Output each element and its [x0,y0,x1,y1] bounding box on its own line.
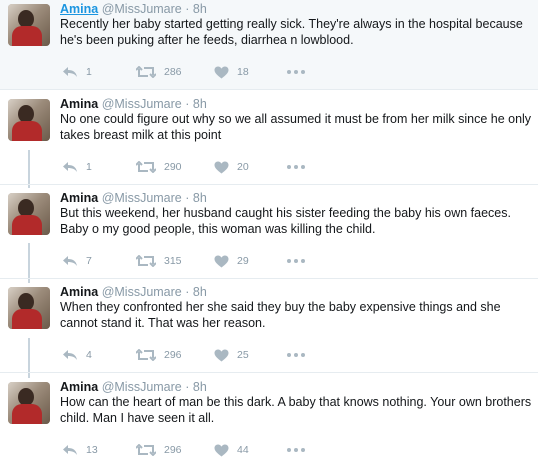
timestamp[interactable]: 8h [193,191,207,205]
more-button[interactable] [287,347,305,363]
reply-button[interactable]: 4 [62,347,92,363]
reply-count: 1 [86,161,92,173]
reply-icon [62,66,78,78]
heart-icon [214,349,229,362]
avatar[interactable] [8,193,50,235]
tweet[interactable]: Amina @MissJumare · 8h But this weekend,… [0,189,538,279]
retweet-button[interactable]: 290 [136,159,182,175]
tweet-header: Amina @MissJumare · 8h [60,285,207,300]
tweet-header: Amina @MissJumare · 8h [60,97,207,112]
tweet-header: Amina @MissJumare · 8h [60,191,207,206]
like-count: 25 [237,349,249,361]
retweet-icon [136,161,156,173]
tweet-text: But this weekend, her husband caught his… [60,206,511,236]
retweet-icon [136,349,156,361]
heart-icon [214,444,229,457]
avatar[interactable] [8,4,50,46]
avatar[interactable] [8,382,50,424]
tweet-header: Amina @MissJumare · 8h [60,380,207,395]
more-icon [287,70,305,74]
avatar[interactable] [8,287,50,329]
retweet-count: 296 [164,444,182,456]
author-handle[interactable]: @MissJumare [102,285,182,299]
timestamp[interactable]: 8h [193,97,207,111]
separator-dot: · [185,380,190,394]
more-button[interactable] [287,159,305,175]
timestamp[interactable]: 8h [193,2,207,16]
tweet-text: How can the heart of man be this dark. A… [60,395,532,425]
tweet-text: No one could figure out why so we all as… [60,112,532,142]
reply-count: 7 [86,255,92,267]
author-name[interactable]: Amina [60,2,98,16]
retweet-count: 290 [164,161,182,173]
tweet[interactable]: Amina @MissJumare · 8h How can the heart… [0,378,538,468]
like-button[interactable]: 25 [214,347,249,363]
reply-button[interactable]: 1 [62,159,92,175]
tweet-text: Recently her baby started getting really… [60,17,523,47]
reply-count: 1 [86,66,92,78]
retweet-button[interactable]: 315 [136,253,182,269]
heart-icon [214,66,229,79]
author-handle[interactable]: @MissJumare [102,380,182,394]
author-name[interactable]: Amina [60,191,98,205]
reply-count: 4 [86,349,92,361]
author-name[interactable]: Amina [60,380,98,394]
tweet-thread: Amina @MissJumare · 8h Recently her baby… [0,0,538,456]
separator-dot: · [185,2,190,16]
author-name[interactable]: Amina [60,285,98,299]
more-button[interactable] [287,253,305,269]
tweet[interactable]: Amina @MissJumare · 8h No one could figu… [0,95,538,185]
more-button[interactable] [287,64,305,80]
reply-icon [62,444,78,456]
avatar[interactable] [8,99,50,141]
retweet-count: 296 [164,349,182,361]
separator-dot: · [185,285,190,299]
more-icon [287,353,305,357]
reply-count: 13 [86,444,98,456]
author-name[interactable]: Amina [60,97,98,111]
more-icon [287,165,305,169]
reply-button[interactable]: 7 [62,253,92,269]
tweet[interactable]: Amina @MissJumare · 8h When they confron… [0,283,538,373]
retweet-button[interactable]: 296 [136,347,182,363]
retweet-count: 286 [164,66,182,78]
reply-icon [62,255,78,267]
like-button[interactable]: 29 [214,253,249,269]
like-count: 44 [237,444,249,456]
retweet-icon [136,255,156,267]
separator-dot: · [185,97,190,111]
heart-icon [214,255,229,268]
like-count: 29 [237,255,249,267]
tweet[interactable]: Amina @MissJumare · 8h Recently her baby… [0,0,538,90]
like-count: 20 [237,161,249,173]
like-button[interactable]: 20 [214,159,249,175]
tweet-header: Amina @MissJumare · 8h [60,2,207,17]
retweet-icon [136,66,156,78]
author-handle[interactable]: @MissJumare [102,2,182,16]
retweet-button[interactable]: 286 [136,64,182,80]
like-count: 18 [237,66,249,78]
more-icon [287,448,305,452]
reply-icon [62,349,78,361]
heart-icon [214,161,229,174]
separator-dot: · [185,191,190,205]
like-button[interactable]: 18 [214,64,249,80]
more-icon [287,259,305,263]
tweet-text: When they confronted her she said they b… [60,300,501,330]
author-handle[interactable]: @MissJumare [102,191,182,205]
reply-icon [62,161,78,173]
retweet-icon [136,444,156,456]
timestamp[interactable]: 8h [193,285,207,299]
author-handle[interactable]: @MissJumare [102,97,182,111]
reply-button[interactable]: 1 [62,64,92,80]
timestamp[interactable]: 8h [193,380,207,394]
retweet-count: 315 [164,255,182,267]
